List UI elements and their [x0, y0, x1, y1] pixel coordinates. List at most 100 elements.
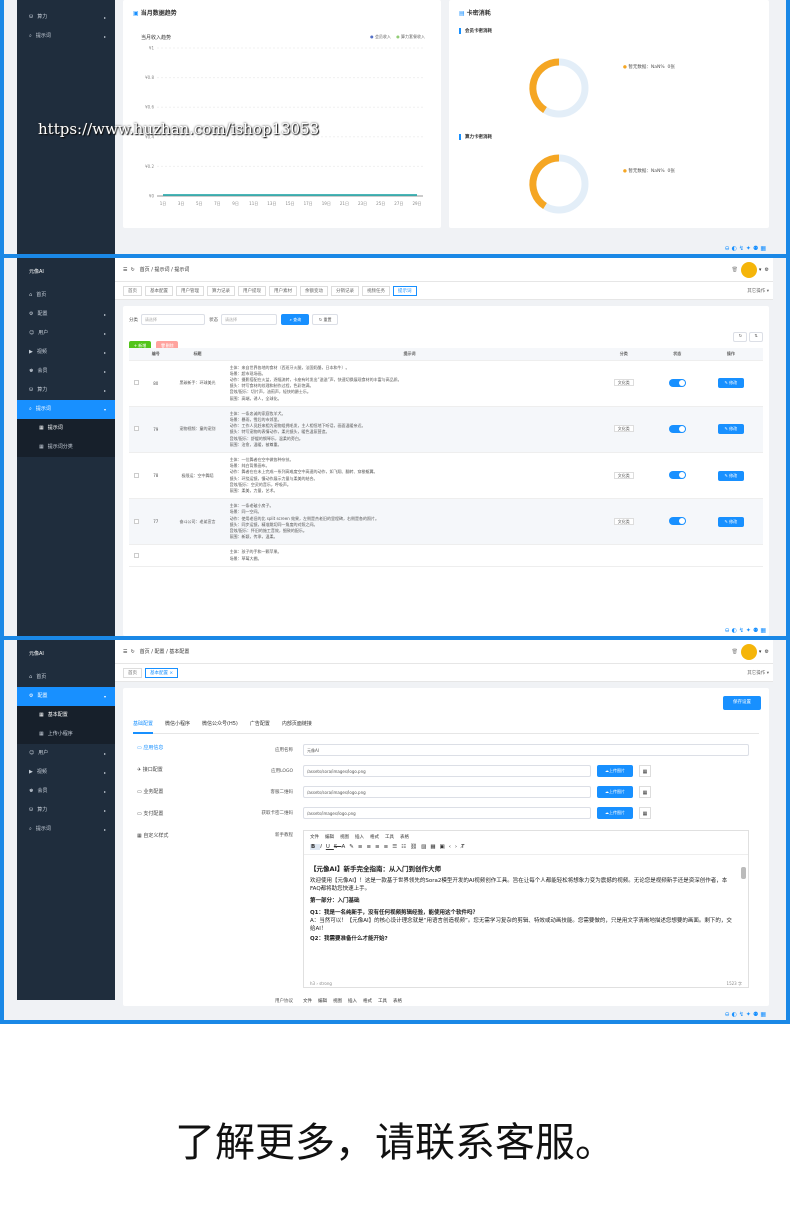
sidebar-item-home[interactable]: ⌂ 首页	[17, 286, 115, 305]
edit-button[interactable]: ✎ 修改	[717, 424, 744, 435]
align-justify-icon[interactable]: ≡	[384, 844, 393, 850]
side-menu-item[interactable]: ▭ 应用信息	[137, 744, 197, 766]
row-checkbox[interactable]	[129, 360, 144, 407]
table-icon[interactable]: ▦	[430, 844, 439, 850]
edit-button[interactable]: ✎ 修改	[717, 470, 744, 481]
avatar[interactable]	[741, 643, 758, 660]
side-menu-item[interactable]: ▭ 业务配置	[137, 788, 197, 810]
table-row[interactable]: 77 奋斗公司：老弟宣言 主体：一条老破小房子。 场景：同一空间。 动作：使用老旧的比 …	[129, 498, 763, 546]
tag-item[interactable]: 首页	[123, 286, 142, 296]
sidebar-item-vip[interactable]: ♚ 会员 ▸	[17, 782, 115, 801]
search-button[interactable]: ⌕ 查询	[281, 314, 310, 325]
tag-item[interactable]: 余额变动	[300, 286, 328, 296]
gear-icon[interactable]: ⚙	[765, 649, 769, 655]
table-row[interactable]: 80 黑碳新手：环球美光 主体：来自世界各地的食材（西班牙火腿，法国奶酪，日本和牛）…	[129, 360, 763, 407]
save-settings-button[interactable]: 保存设置	[723, 696, 761, 710]
floating-toolbar[interactable]: ⊖◐↯✦⚉▦	[725, 245, 768, 252]
editor-scrollbar[interactable]	[741, 867, 746, 879]
editor-menu-item[interactable]: 视图	[340, 835, 349, 840]
trash-icon[interactable]: 🗑	[732, 649, 738, 655]
tag-item[interactable]: 视频任务	[362, 286, 390, 296]
sidebar-item-compute[interactable]: ⛁ 算力 ▸	[17, 381, 115, 400]
edit-button[interactable]: ✎ 修改	[717, 516, 744, 527]
chevron-down-icon[interactable]: ▾	[759, 649, 762, 655]
tag-home[interactable]: 首页	[123, 668, 142, 678]
chevron-down-icon[interactable]: ▾	[759, 267, 762, 273]
list-icon[interactable]: ☰	[392, 844, 401, 850]
sidebar-item-video[interactable]: ▶ 视频 ▸	[17, 343, 115, 362]
field-input[interactable]: 元像AI	[303, 744, 749, 756]
more-ops-dropdown[interactable]: 其它操作 ▾	[747, 288, 769, 294]
row-checkbox[interactable]	[129, 498, 144, 546]
sidebar-item-compute[interactable]: ⛁ 算力 ▸	[17, 8, 115, 27]
gallery-icon[interactable]: ▦	[639, 765, 651, 777]
sidebar-item-prompt-list[interactable]: ▦ 提示词	[17, 419, 115, 438]
bold-icon[interactable]: B	[310, 844, 321, 850]
align-center-icon[interactable]: ≡	[366, 844, 375, 850]
sidebar-item-upload-miniapp[interactable]: ▦ 上传小程序	[17, 725, 115, 744]
sidebar-item-home[interactable]: ⌂ 首页	[17, 668, 115, 687]
tag-item[interactable]: 分销记录	[331, 286, 359, 296]
sidebar-item-compute[interactable]: ⛁ 算力 ▸	[17, 801, 115, 820]
underline-icon[interactable]: U	[326, 844, 334, 850]
editor-menu-item[interactable]: 文件	[303, 999, 312, 1004]
editor-menu-item[interactable]: 工具	[385, 835, 394, 840]
editor-menu-item[interactable]: 插入	[348, 999, 357, 1004]
side-menu-item[interactable]: ▭ 支付配置	[137, 810, 197, 832]
more-ops-dropdown[interactable]: 其它操作 ▾	[747, 670, 769, 676]
tag-item[interactable]: 算力记录	[207, 286, 235, 296]
table-row[interactable]: 78 极限运：空中舞蹈 主体：一位舞者在空中做各种杂技。 场景：纯白背景画布。 动作：舞…	[129, 452, 763, 500]
rich-text-editor[interactable]: 文件 编辑 视图 插入 格式 工具 表格 BIUSA✎≡≡≡≡☰☷⛓▨▦▣‹›T̸ 【元像A…	[303, 830, 749, 988]
field-input[interactable]: /assets/sora/images/logo.png	[303, 786, 591, 798]
status-toggle[interactable]	[668, 378, 686, 387]
clear-format-icon[interactable]: T̸	[461, 844, 468, 850]
sidebar-item-vip[interactable]: ♚ 会员 ▸	[17, 362, 115, 381]
editor-menu-item[interactable]: 编辑	[318, 999, 327, 1004]
columns-button[interactable]: ⇅	[749, 332, 763, 342]
gallery-icon[interactable]: ▦	[639, 786, 651, 798]
sidebar-item-prompts[interactable]: ⌕ 提示词 ▾	[17, 400, 115, 419]
row-checkbox[interactable]	[129, 544, 144, 567]
sidebar-item-config[interactable]: ⚙ 配置 ▸	[17, 305, 115, 324]
editor-menu-item[interactable]: 视图	[333, 999, 342, 1004]
tag-item[interactable]: 提示词	[393, 286, 417, 296]
tag-item[interactable]: 用户管理	[176, 286, 204, 296]
sidebar-item-video[interactable]: ▶ 视频 ▸	[17, 763, 115, 782]
config-tab[interactable]: 基础配置	[133, 720, 154, 734]
sidebar-item-prompts[interactable]: ⌕ 提示词 ▸	[17, 27, 115, 46]
upload-image-button[interactable]: ☁上传图片	[597, 786, 633, 798]
highlight-icon[interactable]: ✎	[349, 844, 358, 850]
tag-item[interactable]: 基本配置	[145, 286, 173, 296]
row-checkbox[interactable]	[129, 452, 144, 500]
gear-icon[interactable]: ⚙	[765, 267, 769, 273]
table-row[interactable]: 79 宠物视频：童的宠别 主体：一条忠诚的家庭牧羊犬。 场景：暴雨，雪后的市郊里。 动作…	[129, 406, 763, 453]
editor-content[interactable]: 【元像AI】新手完全指南：从入门到创作大师 欢迎使用【元像AI】！这是一款基于世…	[310, 865, 734, 975]
avatar[interactable]	[741, 261, 758, 278]
tag-item[interactable]: 用户素材	[269, 286, 297, 296]
reset-button[interactable]: ↻ 重置	[312, 314, 339, 325]
floating-toolbar[interactable]: ⊖◐↯✦⚉▦	[725, 1011, 768, 1018]
side-menu-item[interactable]: ▦ 自定义样式	[137, 832, 197, 854]
editor-menu-item[interactable]: 工具	[378, 999, 387, 1004]
sidebar-item-user[interactable]: ☺ 用户 ▸	[17, 324, 115, 343]
refresh-icon[interactable]: ↻	[131, 267, 135, 273]
refresh-table-button[interactable]: ↻	[733, 332, 748, 342]
sidebar-item-user[interactable]: ☺ 用户 ▸	[17, 744, 115, 763]
menu-icon[interactable]: ☰	[123, 267, 127, 273]
status-toggle[interactable]	[668, 471, 686, 480]
status-toggle[interactable]	[668, 424, 686, 433]
editor-menu-item[interactable]: 表格	[400, 835, 409, 840]
editor-menu-item[interactable]: 文件	[310, 835, 319, 840]
side-menu-item[interactable]: ✈ 接口配置	[137, 766, 197, 788]
editor-menu-item[interactable]: 格式	[370, 835, 379, 840]
edit-button[interactable]: ✎ 修改	[717, 378, 744, 389]
upload-image-button[interactable]: ☁上传图片	[597, 765, 633, 777]
gallery-icon[interactable]: ▦	[639, 807, 651, 819]
config-tab[interactable]: 广告配置	[250, 720, 270, 734]
status-toggle[interactable]	[668, 517, 686, 526]
sidebar-item-config[interactable]: ⚙ 配置 ▾	[17, 687, 115, 706]
config-tab[interactable]: 微信小程序	[165, 720, 190, 734]
editor-menu-item[interactable]: 表格	[393, 999, 402, 1004]
trash-icon[interactable]: 🗑	[732, 267, 738, 273]
table-row[interactable]: 主体：孩子的手和一颗苹果。 场景：草莓大棚。	[129, 544, 763, 567]
